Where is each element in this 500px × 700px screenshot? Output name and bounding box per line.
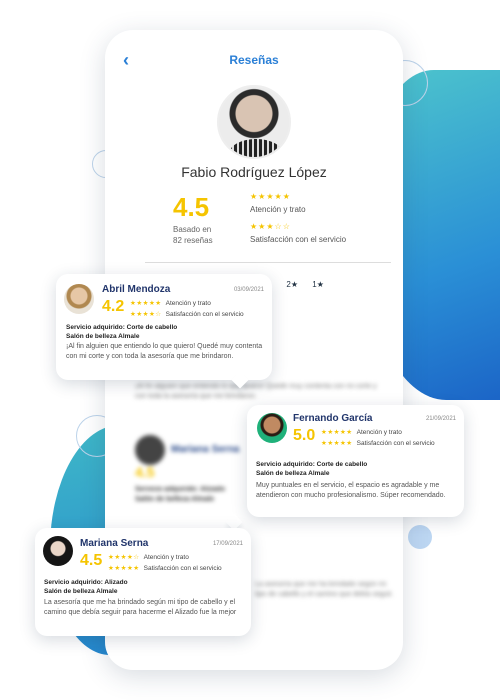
promo-stage: ‹ Reseñas Fabio Rodríguez López 4.5 Basa… bbox=[0, 0, 500, 700]
review-count: Basado en 82 reseñas bbox=[173, 225, 213, 245]
star-rating-icon: ★★★★☆ bbox=[108, 554, 140, 561]
filter-1-star[interactable]: 1★ bbox=[312, 280, 324, 289]
star-rating-icon: ★★★★★ bbox=[250, 192, 291, 201]
star-rating-icon: ★★★★★ bbox=[130, 300, 162, 307]
reviewer-name: Mariana Serna bbox=[80, 538, 149, 549]
rating-satisfaction: ★★★★☆ Satisfacción con el servicio bbox=[130, 311, 244, 318]
reviewer-name: Fernando García bbox=[293, 413, 373, 424]
service-info: Servicio adquirido: Corte de cabello Sal… bbox=[66, 324, 178, 340]
decorative-dot bbox=[408, 525, 432, 549]
star-rating-icon: ★★★★☆ bbox=[130, 311, 162, 318]
criterion-attention: ★★★★★ Atención y trato bbox=[250, 192, 306, 214]
reviewer-avatar bbox=[257, 413, 287, 443]
filter-2-stars[interactable]: 2★ bbox=[286, 280, 298, 289]
reviewer-avatar bbox=[64, 284, 94, 314]
service-info: Servicio adquirido: Corte de cabello Sal… bbox=[256, 461, 368, 477]
profile-avatar bbox=[217, 85, 291, 159]
review-card[interactable]: Abril Mendoza 03/09/2021 4.2 ★★★★★ Atenci… bbox=[56, 274, 272, 380]
criterion-satisfaction: ★★★☆☆ Satisfacción con el servicio bbox=[250, 222, 347, 244]
star-rating-icon: ★★★★★ bbox=[321, 429, 353, 436]
divider bbox=[145, 262, 391, 263]
review-text: La asesoría que me ha brindado según mi … bbox=[44, 599, 237, 616]
profile-name: Fabio Rodríguez López bbox=[181, 164, 327, 180]
rating-attention: ★★★★☆ Atención y trato bbox=[108, 554, 189, 561]
star-filter-row: ★ 2★ 1★ bbox=[265, 280, 336, 289]
reviewer-name: Abril Mendoza bbox=[102, 284, 171, 295]
overall-score: 4.5 bbox=[173, 192, 210, 222]
review-date: 17/09/2021 bbox=[212, 541, 243, 547]
reviewer-avatar bbox=[43, 536, 73, 566]
rating-attention: ★★★★★ Atención y trato bbox=[321, 429, 402, 436]
star-rating-icon: ★★★★★ bbox=[108, 565, 140, 572]
review-text: ¡Al fin alguien que entiendo lo que quie… bbox=[66, 343, 263, 360]
rating-attention: ★★★★★ Atención y trato bbox=[130, 300, 211, 307]
review-card[interactable]: Mariana Serna 17/09/2021 4.5 ★★★★☆ Atenci… bbox=[35, 528, 251, 636]
star-rating-icon: ★★★☆☆ bbox=[250, 222, 291, 231]
review-score: 5.0 bbox=[293, 427, 316, 444]
review-card[interactable]: Fernando García 21/09/2021 5.0 ★★★★★ Aten… bbox=[247, 405, 464, 517]
blurred-review: Servicio adquirido: Alizado Salón de bel… bbox=[135, 486, 225, 503]
review-date: 03/09/2021 bbox=[233, 287, 264, 293]
review-text: Muy puntuales en el servicio, el espacio… bbox=[256, 482, 446, 499]
blurred-review: La asesoría que me ha brindado según mi … bbox=[255, 581, 394, 598]
review-score: 4.2 bbox=[102, 298, 125, 315]
review-score: 4.5 bbox=[80, 552, 103, 569]
review-date: 21/09/2021 bbox=[425, 416, 456, 422]
page-title: Reseñas bbox=[229, 53, 279, 67]
rating-satisfaction: ★★★★★ Satisfacción con el servicio bbox=[108, 565, 222, 572]
star-rating-icon: ★★★★★ bbox=[321, 440, 353, 447]
blurred-review: Mariana Serna 4.5 bbox=[135, 435, 245, 479]
blurred-review: ¡Al fin alguien que entiendo lo que quie… bbox=[135, 383, 377, 400]
app-header: ‹ Reseñas bbox=[105, 30, 403, 90]
rating-satisfaction: ★★★★★ Satisfacción con el servicio bbox=[321, 440, 435, 447]
service-info: Servicio adquirido: Alizado Salón de bel… bbox=[44, 579, 128, 595]
